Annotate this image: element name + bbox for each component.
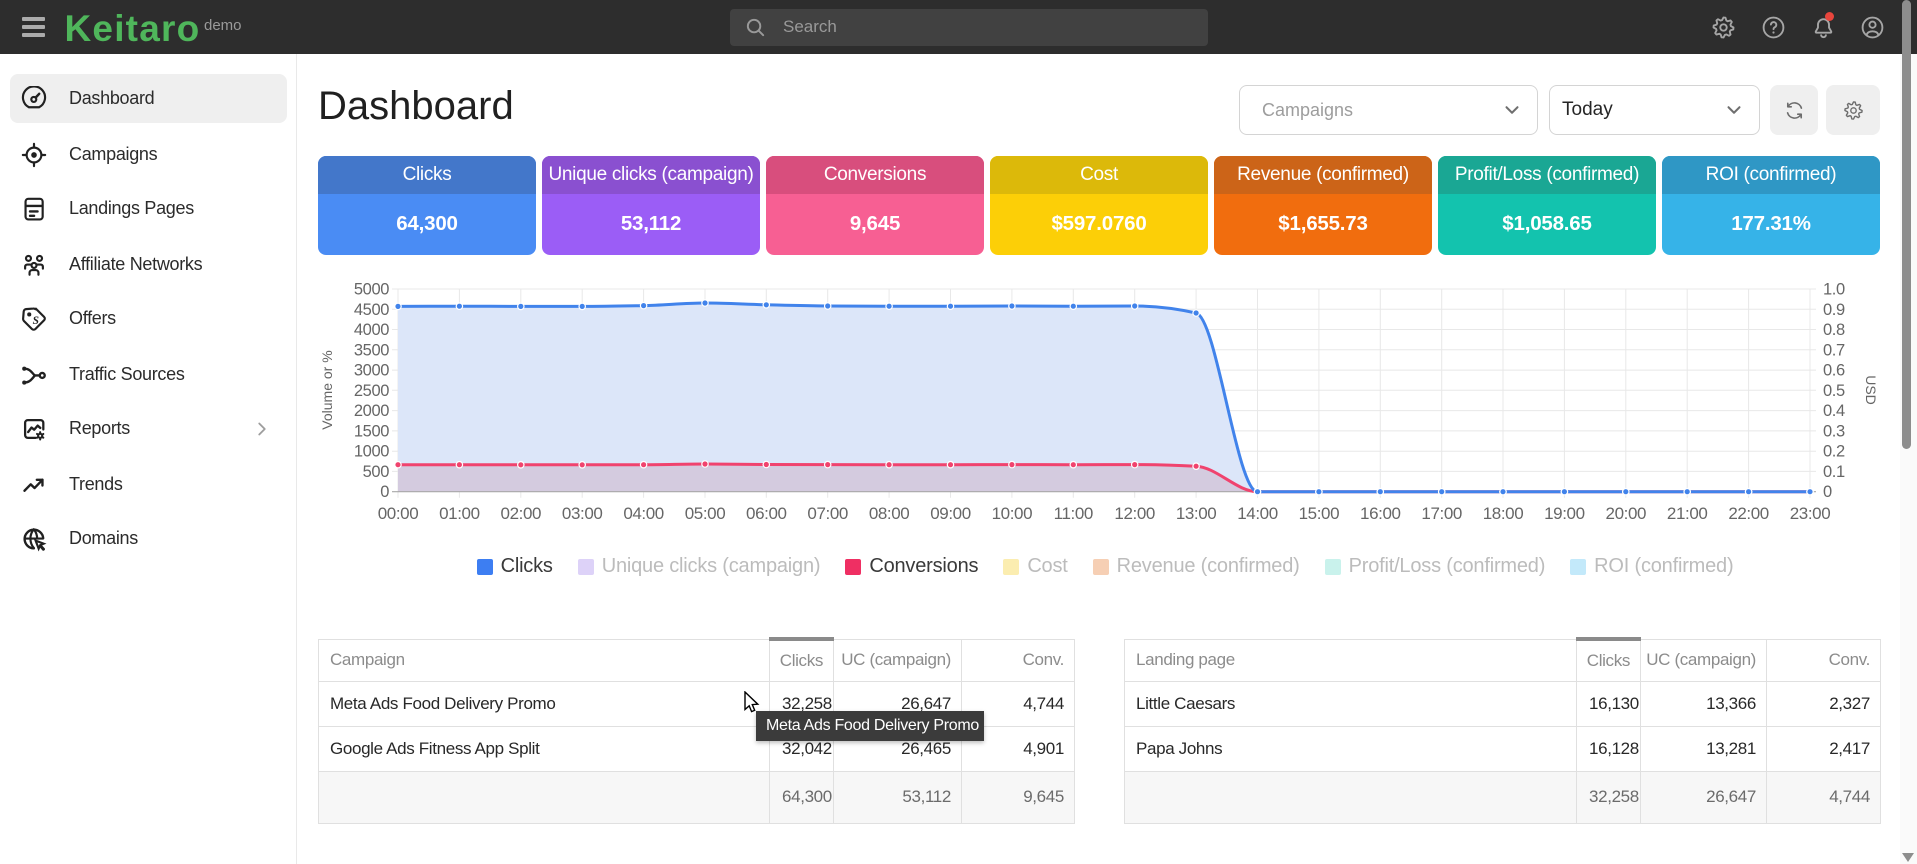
svg-text:19:00: 19:00 <box>1544 504 1585 523</box>
svg-text:4500: 4500 <box>354 301 389 319</box>
svg-text:S: S <box>33 314 39 326</box>
svg-text:3000: 3000 <box>354 362 389 380</box>
svg-text:0.7: 0.7 <box>1823 341 1845 359</box>
svg-text:4000: 4000 <box>354 321 389 339</box>
svg-text:02:00: 02:00 <box>501 504 542 523</box>
svg-text:0: 0 <box>1823 483 1832 501</box>
svg-text:500: 500 <box>363 463 390 481</box>
svg-text:09:00: 09:00 <box>930 504 971 523</box>
svg-text:0.5: 0.5 <box>1823 382 1845 400</box>
svg-text:20:00: 20:00 <box>1606 504 1647 523</box>
svg-text:0.9: 0.9 <box>1823 301 1845 319</box>
svg-text:16:00: 16:00 <box>1360 504 1401 523</box>
svg-text:1000: 1000 <box>354 443 389 461</box>
svg-text:22:00: 22:00 <box>1728 504 1769 523</box>
svg-text:0.2: 0.2 <box>1823 443 1845 461</box>
svg-text:21:00: 21:00 <box>1667 504 1708 523</box>
svg-text:03:00: 03:00 <box>562 504 603 523</box>
svg-text:01:00: 01:00 <box>439 504 480 523</box>
svg-text:05:00: 05:00 <box>685 504 726 523</box>
svg-text:18:00: 18:00 <box>1483 504 1524 523</box>
svg-text:12:00: 12:00 <box>1114 504 1155 523</box>
svg-text:1.0: 1.0 <box>1823 281 1845 299</box>
svg-text:2500: 2500 <box>354 382 389 400</box>
svg-text:0.4: 0.4 <box>1823 402 1845 420</box>
svg-text:2000: 2000 <box>354 402 389 420</box>
svg-text:11:00: 11:00 <box>1054 504 1093 523</box>
svg-text:14:00: 14:00 <box>1237 504 1278 523</box>
svg-text:23:00: 23:00 <box>1790 504 1831 523</box>
svg-text:0.1: 0.1 <box>1823 463 1845 481</box>
svg-text:0: 0 <box>380 483 389 501</box>
svg-text:USD: USD <box>1863 375 1879 405</box>
svg-text:04:00: 04:00 <box>623 504 664 523</box>
svg-text:0.3: 0.3 <box>1823 422 1845 440</box>
svg-text:06:00: 06:00 <box>746 504 787 523</box>
svg-text:07:00: 07:00 <box>807 504 848 523</box>
svg-text:0.8: 0.8 <box>1823 321 1845 339</box>
svg-text:17:00: 17:00 <box>1421 504 1462 523</box>
svg-text:15:00: 15:00 <box>1299 504 1340 523</box>
svg-text:1500: 1500 <box>354 422 389 440</box>
svg-text:10:00: 10:00 <box>992 504 1033 523</box>
svg-text:08:00: 08:00 <box>869 504 910 523</box>
svg-text:00:00: 00:00 <box>378 504 419 523</box>
svg-text:Volume or %: Volume or % <box>319 350 335 429</box>
svg-text:3500: 3500 <box>354 341 389 359</box>
svg-text:13:00: 13:00 <box>1176 504 1217 523</box>
svg-text:0.6: 0.6 <box>1823 362 1845 380</box>
svg-text:5000: 5000 <box>354 281 389 299</box>
